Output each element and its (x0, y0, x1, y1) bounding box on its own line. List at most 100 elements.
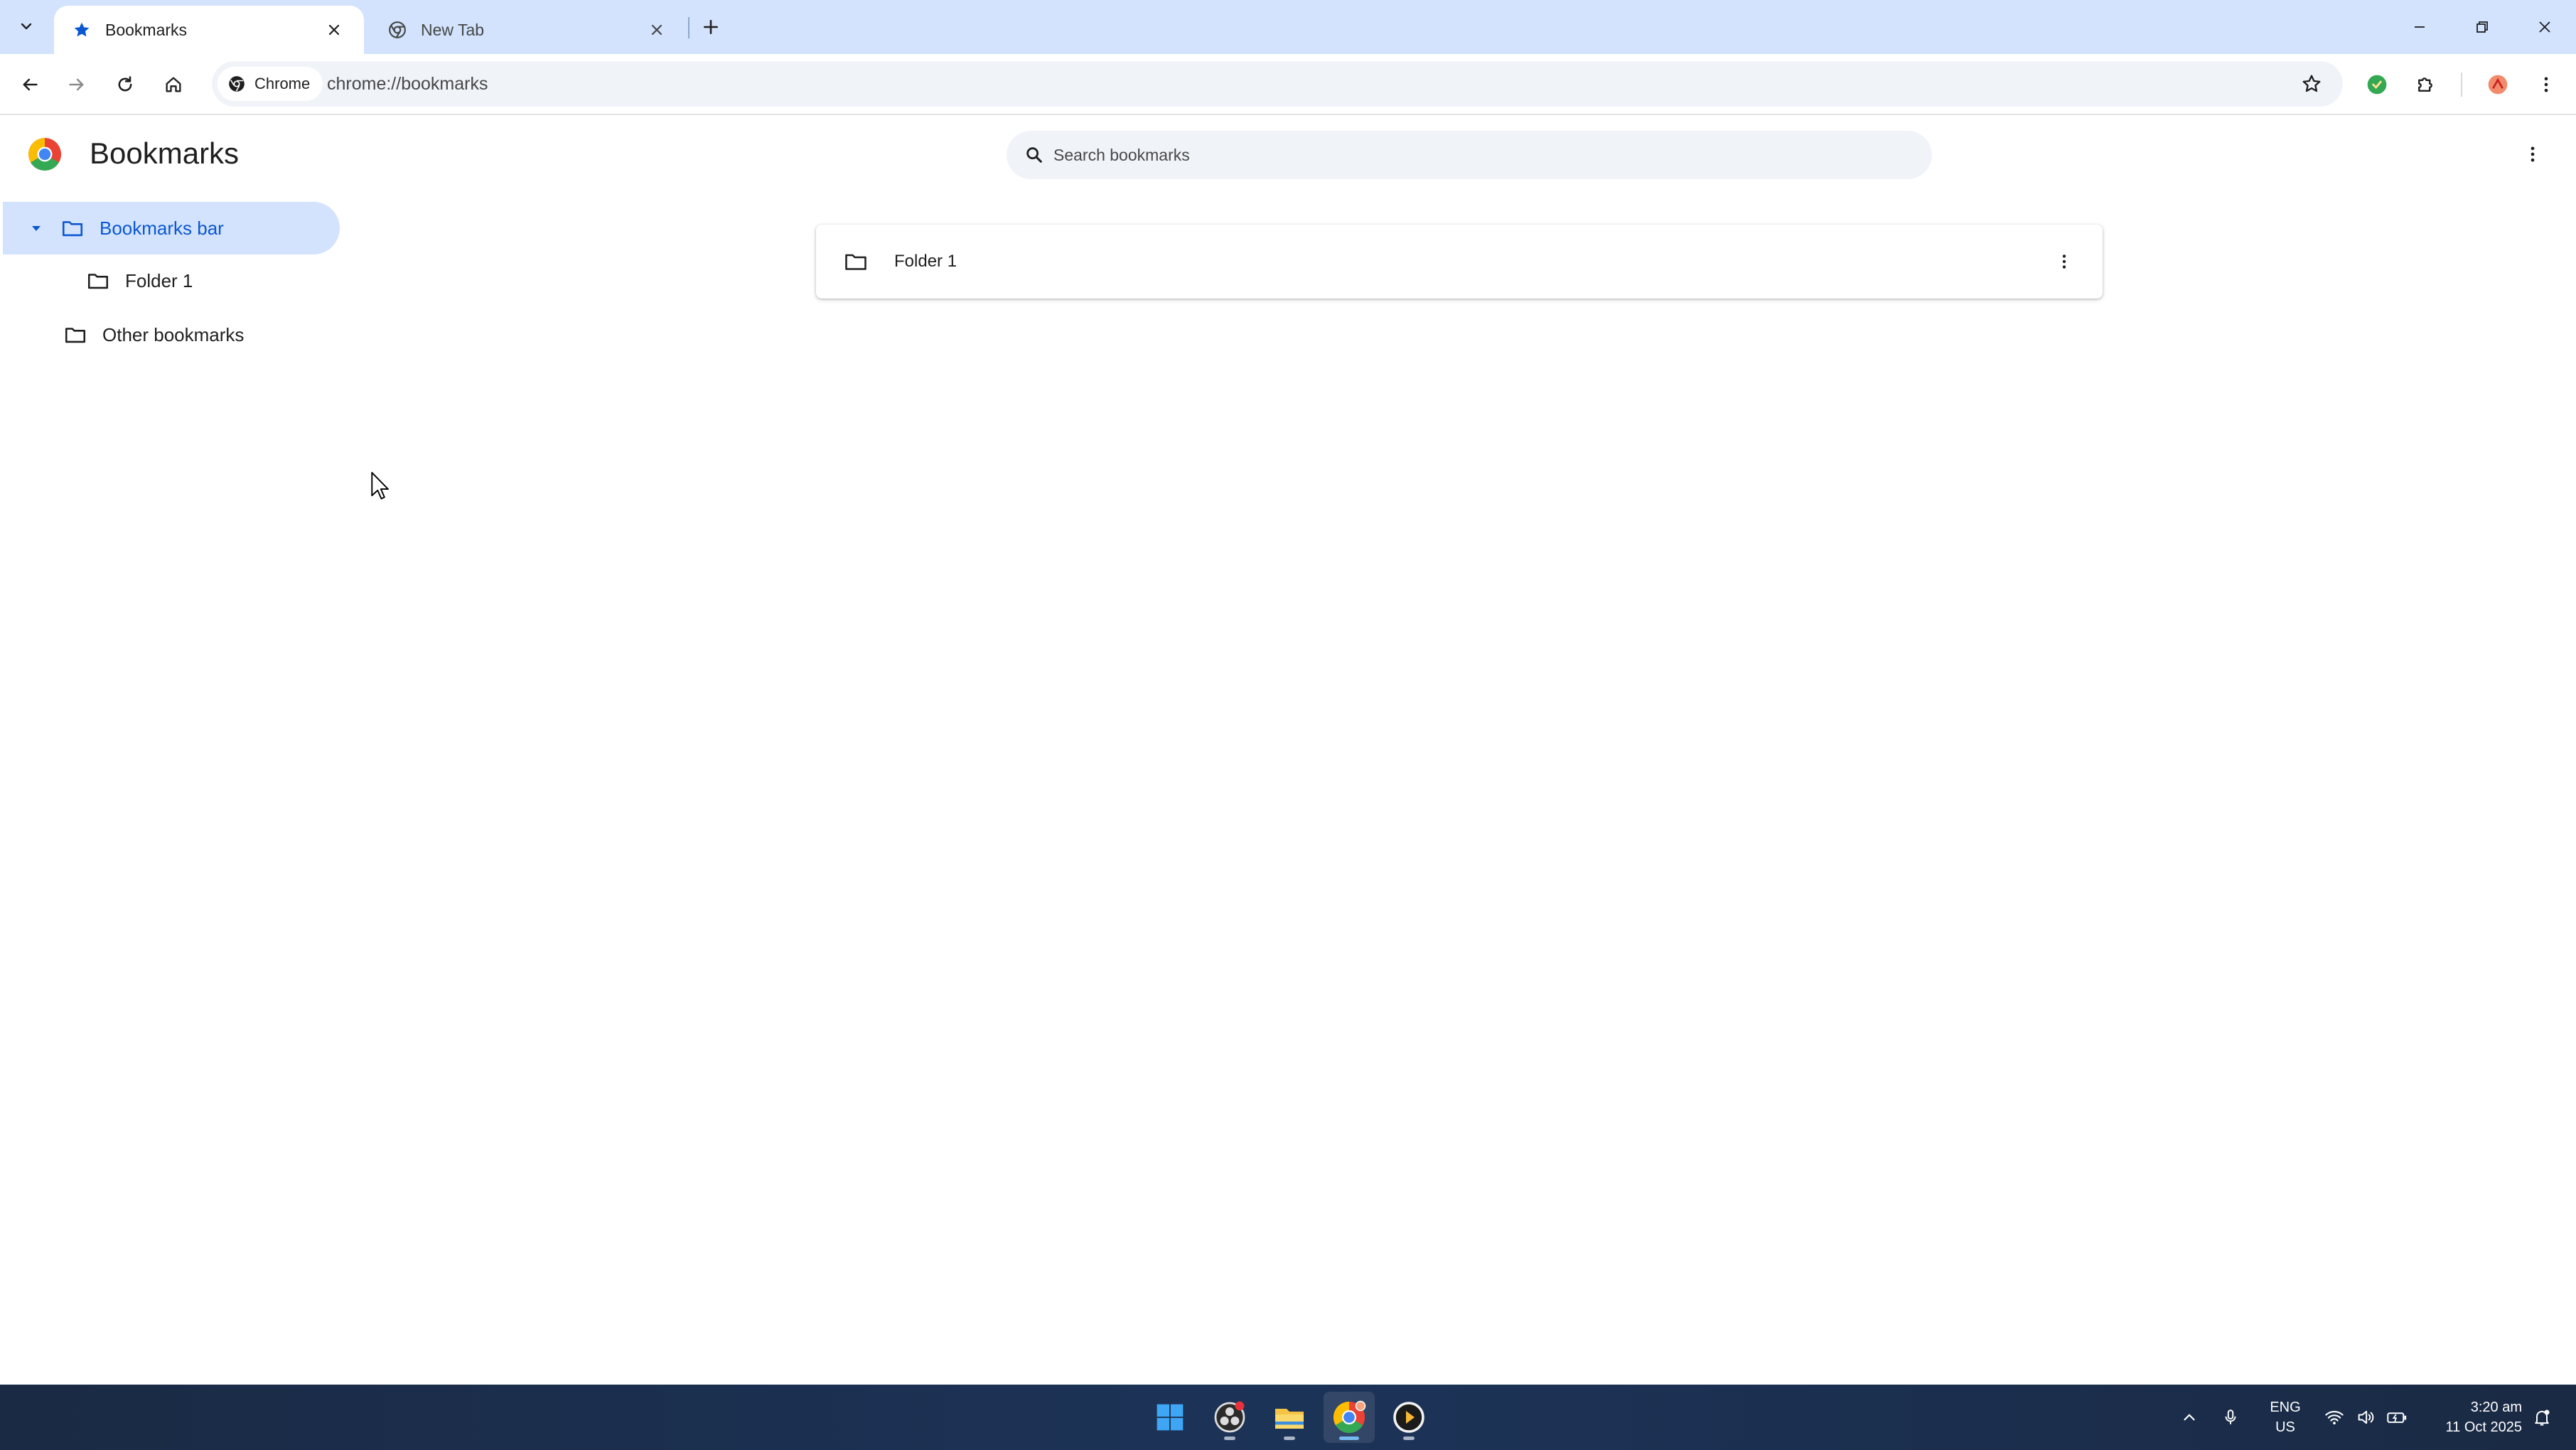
more-vertical-icon (2531, 146, 2535, 162)
folder-icon (61, 321, 90, 349)
site-chip-label: Chrome (254, 75, 311, 92)
item-more-button[interactable] (2046, 243, 2083, 280)
new-tab-button[interactable] (695, 11, 726, 43)
system-tray (2174, 1385, 2246, 1450)
minimize-icon (2415, 26, 2425, 28)
bookmarks-header: Bookmarks (0, 115, 2576, 193)
search-icon (1022, 143, 1046, 167)
tab-bookmarks[interactable]: Bookmarks (54, 6, 364, 54)
browser-toolbar: Chrome chrome://bookmarks (0, 54, 2576, 115)
site-info-chip[interactable]: Chrome (218, 67, 323, 101)
windows-start-icon (1156, 1404, 1184, 1431)
extension-badge-icon (2367, 75, 2387, 95)
start-button[interactable] (1144, 1392, 1196, 1443)
taskbar-app-media-player[interactable] (1383, 1392, 1434, 1443)
sidebar-item-other-bookmarks[interactable]: Other bookmarks (61, 308, 340, 361)
back-arrow-icon (23, 78, 38, 91)
chevron-down-icon (21, 23, 32, 30)
bookmark-title: Folder 1 (894, 252, 957, 271)
close-window-button[interactable] (2522, 7, 2567, 47)
bookmark-star-button[interactable] (2295, 67, 2329, 101)
profile-button[interactable] (2479, 66, 2516, 103)
more-vertical-icon (2544, 77, 2548, 92)
folder-icon (84, 267, 112, 295)
search-bookmarks-field[interactable] (1007, 131, 1932, 179)
taskbar-clock[interactable]: 3:20 am 11 Oct 2025 (2411, 1397, 2522, 1437)
back-button[interactable] (11, 66, 48, 103)
chrome-logo-icon (28, 138, 61, 171)
tab-search-button[interactable] (10, 10, 43, 43)
list-item[interactable]: Folder 1 (816, 225, 2103, 299)
wifi-icon (2319, 1402, 2350, 1433)
caret-down-icon[interactable] (24, 216, 48, 240)
running-indicator (1224, 1436, 1235, 1440)
chrome-icon (1333, 1400, 1366, 1434)
sidebar-item-label: Other bookmarks (102, 323, 245, 345)
avatar-icon (2488, 75, 2508, 95)
clock-date: 11 Oct 2025 (2445, 1419, 2522, 1435)
language-code: ENG (2270, 1400, 2301, 1415)
running-indicator (1403, 1436, 1415, 1440)
media-player-icon (1393, 1402, 1424, 1433)
close-icon[interactable] (644, 17, 670, 43)
home-button[interactable] (155, 66, 192, 103)
running-indicator (1284, 1436, 1295, 1440)
reload-button[interactable] (107, 66, 144, 103)
sidebar-item-bookmarks-bar[interactable]: Bookmarks bar (3, 202, 340, 254)
sidebar-item-folder-1[interactable]: Folder 1 (84, 254, 340, 307)
sidebar-item-label: Bookmarks bar (100, 217, 224, 239)
battery-icon (2381, 1402, 2413, 1433)
folder-tree: Bookmarks bar Folder 1 Other bookmarks (0, 199, 341, 483)
page-title: Bookmarks (90, 136, 240, 170)
folder-icon (58, 214, 87, 242)
tab-title: New Tab (421, 20, 485, 39)
restore-button[interactable] (2459, 7, 2505, 47)
mouse-cursor-icon (371, 471, 389, 500)
chrome-icon (226, 73, 247, 95)
chrome-icon (387, 19, 408, 41)
extensions-button[interactable] (2407, 66, 2444, 103)
tab-title: Bookmarks (105, 20, 188, 39)
search-input[interactable] (1053, 145, 1906, 165)
star-outline-icon (2302, 75, 2321, 92)
forward-button[interactable] (58, 66, 95, 103)
tab-separator (688, 17, 689, 38)
forward-arrow-icon (69, 78, 84, 91)
windows-taskbar: ENG US 3:20 am 11 Oct 2025 (0, 1385, 2576, 1450)
notification-bell-icon (2526, 1402, 2558, 1433)
language-indicator[interactable]: ENG US (2260, 1397, 2310, 1437)
language-region: US (2275, 1419, 2295, 1435)
extension-green-button[interactable] (2358, 66, 2395, 103)
notifications-area[interactable] (2526, 1385, 2558, 1450)
organize-menu-button[interactable] (2515, 136, 2550, 172)
tab-strip: Bookmarks New Tab (0, 0, 2576, 54)
reload-icon (118, 76, 132, 92)
clock-time: 3:20 am (2470, 1400, 2522, 1415)
sidebar-item-label: Folder 1 (125, 269, 193, 291)
bookmark-list: Folder 1 (816, 225, 2103, 299)
restore-icon (2476, 21, 2488, 33)
taskbar-app-obs[interactable] (1204, 1392, 1255, 1443)
browser-menu-button[interactable] (2528, 66, 2565, 103)
network-volume-battery[interactable] (2319, 1385, 2413, 1450)
star-icon (71, 19, 92, 41)
taskbar-app-file-explorer[interactable] (1264, 1392, 1315, 1443)
file-explorer-icon (1275, 1409, 1304, 1429)
close-icon (2539, 21, 2550, 33)
address-bar[interactable]: Chrome chrome://bookmarks (212, 61, 2343, 107)
close-icon[interactable] (321, 17, 347, 43)
toolbar-divider (2461, 72, 2462, 97)
obs-icon (1214, 1401, 1245, 1433)
chevron-up-icon[interactable] (2174, 1402, 2205, 1433)
folder-icon (840, 246, 871, 277)
minimize-button[interactable] (2397, 7, 2442, 47)
puzzle-icon (2418, 77, 2432, 92)
tab-new-tab[interactable]: New Tab (370, 6, 687, 54)
taskbar-app-chrome[interactable] (1324, 1392, 1375, 1443)
url-text[interactable]: chrome://bookmarks (327, 74, 488, 95)
volume-icon (2350, 1402, 2381, 1433)
microphone-icon[interactable] (2215, 1402, 2246, 1433)
more-vertical-icon (2062, 254, 2066, 269)
plus-icon (704, 20, 718, 34)
home-icon (166, 77, 181, 92)
